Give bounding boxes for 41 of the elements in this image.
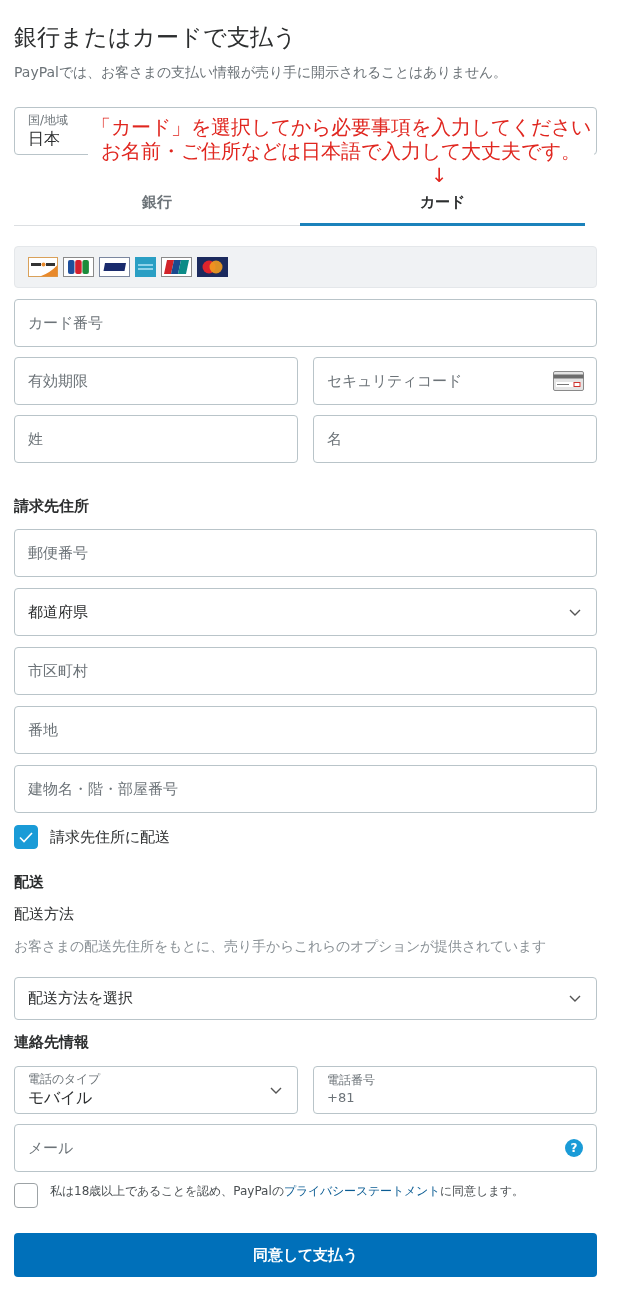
card-logo-icon <box>161 257 192 277</box>
chevron-down-icon <box>270 1086 282 1094</box>
annotation-text: 「カード」を選択してから必要事項を入力してください <box>90 116 592 140</box>
chevron-down-icon <box>569 608 581 616</box>
annotation-text: お名前・ご住所などは日本語で入力して大丈夫です。 <box>100 140 582 164</box>
checkbox[interactable] <box>14 825 38 849</box>
input-field[interactable]: 姓 <box>14 415 298 463</box>
subtitle-text: PayPalでは、お客さまの支払い情報が売り手に開示されることはありません。 <box>14 63 508 82</box>
input-field[interactable]: 郵便番号 <box>14 529 597 577</box>
card-logo-icon <box>28 257 58 277</box>
chevron-down-icon <box>569 995 581 1002</box>
checkbox[interactable] <box>14 1183 38 1208</box>
input-field[interactable]: カード番号 <box>14 299 597 347</box>
tab[interactable]: カード <box>299 181 585 226</box>
card-logo-icon <box>197 257 228 277</box>
dropdown-field[interactable]: 電話のタイプ モバイル <box>14 1066 298 1114</box>
card-logo-icon <box>135 257 156 277</box>
card-logo-icon <box>63 257 94 277</box>
privacy-link[interactable]: プライバシーステートメント <box>283 1184 440 1198</box>
dropdown-field[interactable]: 配送方法を選択 <box>14 977 597 1020</box>
checkbox-label: 請求先住所に配送 <box>50 827 170 847</box>
input-field[interactable]: セキュリティコード <box>313 357 597 405</box>
credit-card-icon <box>553 371 584 391</box>
hint-text: お客さまの配送先住所をもとに、売り手からこれらのオプションが提供されています <box>14 937 547 956</box>
tab[interactable]: 銀行 <box>14 181 300 226</box>
shipping-method-label: 配送方法 <box>14 904 75 924</box>
terms-text: 私は18歳以上であることを認め、PayPalのプライバシーステートメント に同意します。 <box>50 1183 524 1199</box>
input-field[interactable]: 電話番号 +81 <box>313 1066 597 1114</box>
pay-button[interactable]: 同意して支払う <box>14 1233 597 1277</box>
dropdown-field[interactable]: 都道府県 <box>14 588 597 636</box>
section-heading: 請求先住所 <box>14 496 90 516</box>
section-heading: 連絡先情報 <box>14 1032 90 1052</box>
input-field[interactable]: 市区町村 <box>14 647 597 695</box>
section-heading: 配送 <box>14 872 45 892</box>
checkmark-icon <box>19 831 33 843</box>
input-field[interactable]: 番地 <box>14 706 597 754</box>
card-logo-icon <box>99 257 130 277</box>
input-field[interactable]: 有効期限 <box>14 357 298 405</box>
page-title: 銀行またはカードで支払う <box>14 23 298 52</box>
input-field[interactable]: 建物名・階・部屋番号 <box>14 765 597 813</box>
input-field[interactable]: 名 <box>313 415 597 463</box>
